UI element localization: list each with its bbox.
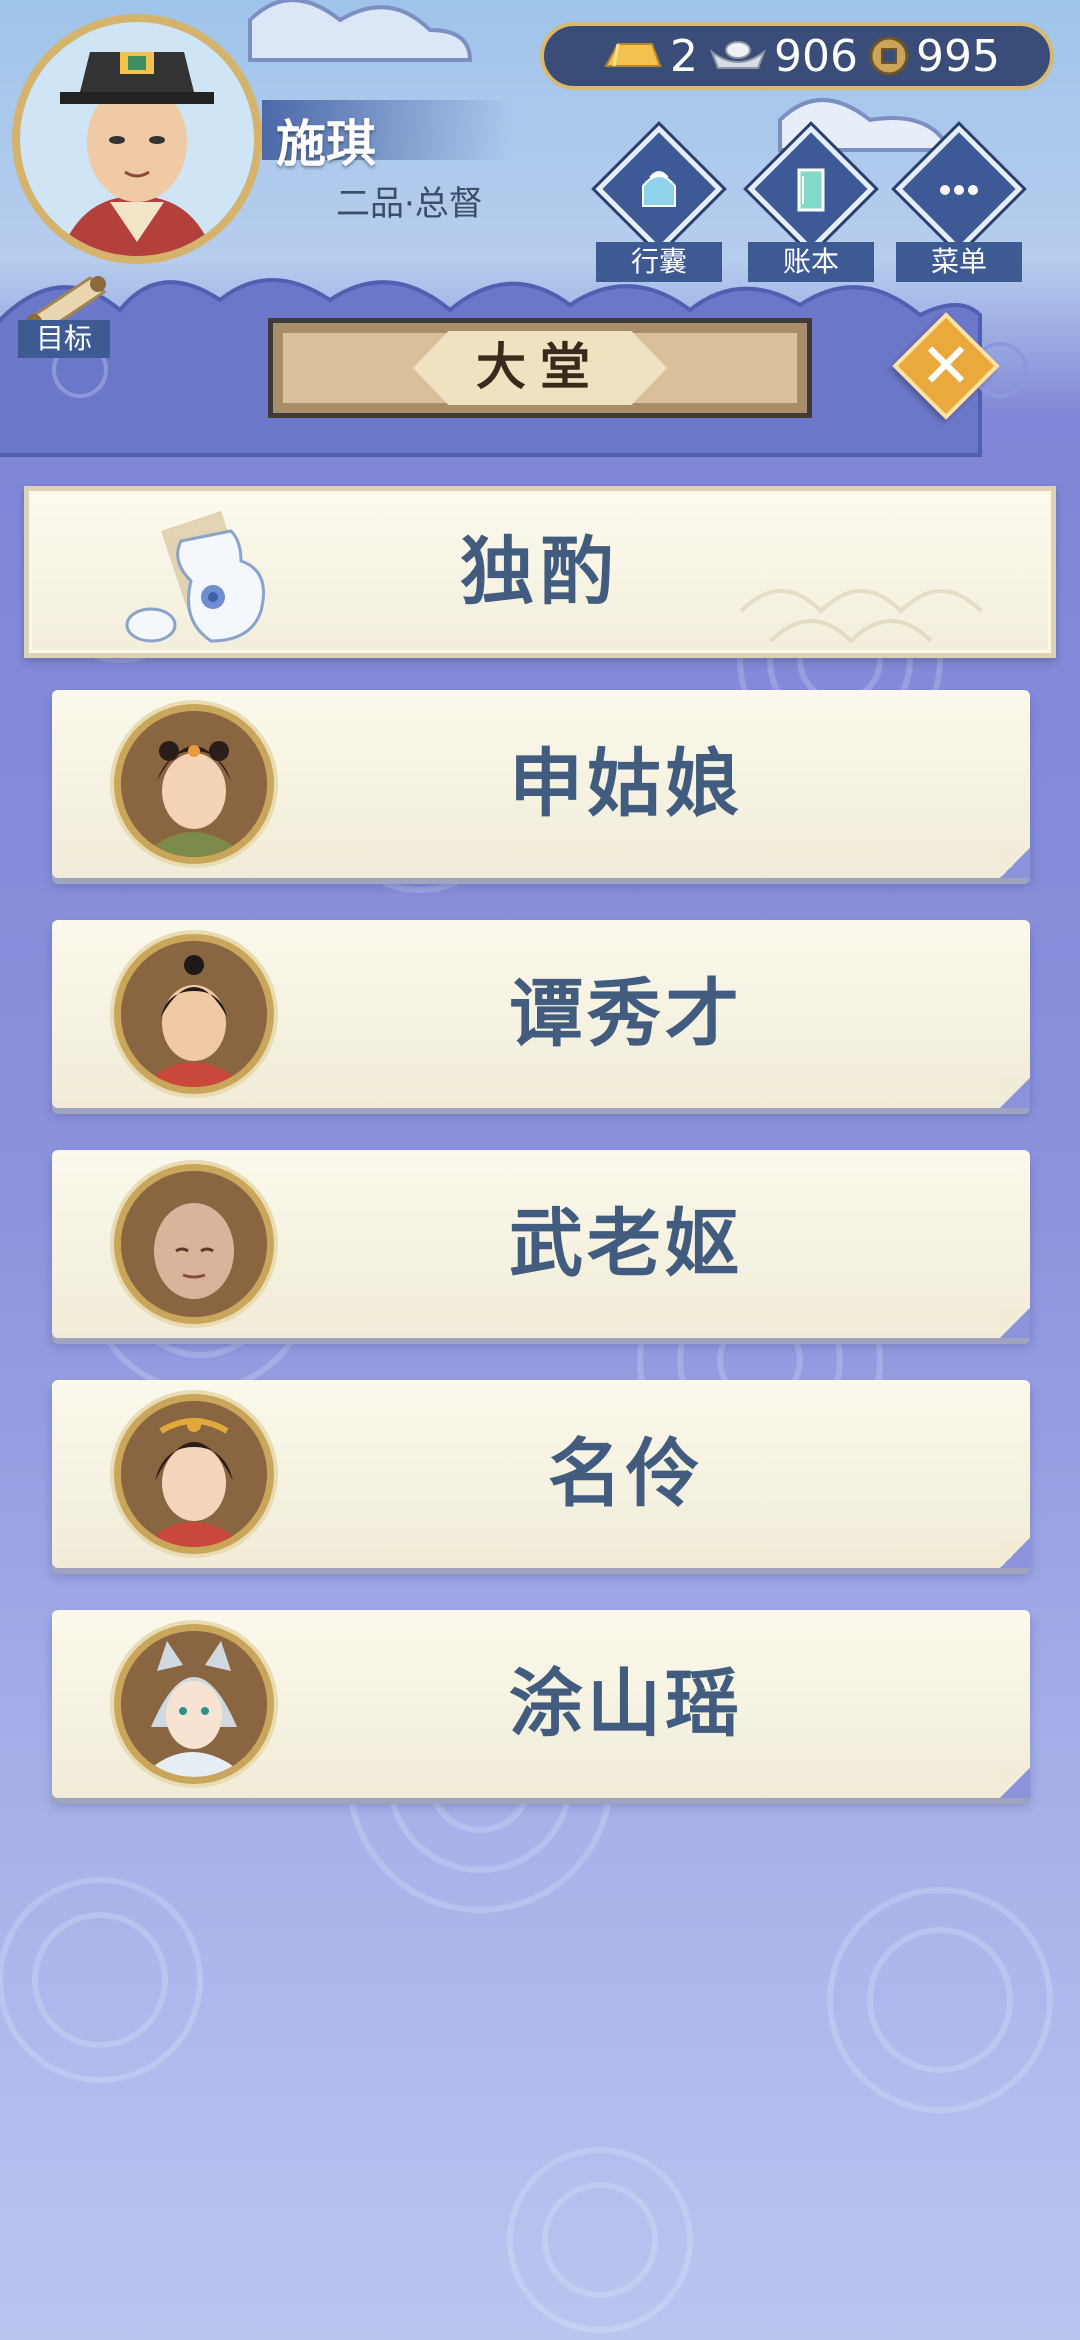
bag-icon bbox=[642, 171, 676, 207]
target-label: 目标 bbox=[18, 320, 110, 358]
character-card[interactable]: 涂山瑶 bbox=[52, 1610, 1030, 1798]
character-avatar bbox=[114, 1394, 274, 1554]
character-card[interactable]: 名伶 bbox=[52, 1380, 1030, 1568]
featured-name: 独酌 bbox=[460, 529, 620, 615]
character-name: 名伶 bbox=[548, 1431, 704, 1517]
scholar-portrait-icon bbox=[121, 941, 267, 1087]
paper-fold bbox=[1000, 1768, 1030, 1798]
menu-label: 菜单 bbox=[896, 242, 1022, 282]
copper-coin-icon bbox=[869, 36, 909, 76]
paper-fold bbox=[1000, 848, 1030, 878]
bag-button[interactable]: 行囊 bbox=[595, 125, 723, 288]
character-avatar bbox=[114, 1624, 274, 1784]
currency-bar: 2 906 995 bbox=[540, 22, 1054, 90]
paper-fold bbox=[1000, 1538, 1030, 1568]
featured-item-drink-alone[interactable]: 独酌 bbox=[24, 486, 1056, 658]
player-name: 施琪 bbox=[276, 115, 376, 173]
wave-pattern-background bbox=[0, 497, 1053, 2333]
gold-counter: 2 bbox=[600, 31, 698, 82]
character-avatar bbox=[114, 704, 274, 864]
official-portrait-icon bbox=[20, 22, 254, 256]
player-avatar[interactable] bbox=[12, 14, 262, 264]
ledger-label: 账本 bbox=[748, 242, 874, 282]
close-icon: ✕ bbox=[920, 329, 972, 402]
coin-counter: 995 bbox=[868, 31, 1000, 82]
hall-title-banner: 大堂 bbox=[268, 318, 812, 418]
hall-title: 大堂 bbox=[476, 338, 604, 396]
more-dots-icon bbox=[940, 185, 978, 195]
ledger-book-icon bbox=[797, 168, 825, 212]
silver-counter: 906 bbox=[708, 31, 858, 82]
actress-portrait-icon bbox=[121, 1401, 267, 1547]
character-name: 谭秀才 bbox=[509, 971, 743, 1057]
character-name: 涂山瑶 bbox=[509, 1661, 743, 1747]
character-card[interactable]: 武老妪 bbox=[52, 1150, 1030, 1338]
silver-ingot-icon bbox=[709, 41, 767, 69]
character-name: 武老妪 bbox=[509, 1201, 743, 1287]
menu-button[interactable]: 菜单 bbox=[895, 125, 1023, 288]
silver-value: 906 bbox=[774, 30, 858, 82]
bag-label: 行囊 bbox=[596, 242, 722, 282]
coin-value: 995 bbox=[915, 30, 1000, 82]
character-card[interactable]: 谭秀才 bbox=[52, 920, 1030, 1108]
paper-fold bbox=[1000, 1308, 1030, 1338]
paper-fold bbox=[1000, 1078, 1030, 1108]
character-avatar bbox=[114, 1164, 274, 1324]
fox-spirit-portrait-icon bbox=[121, 1631, 267, 1777]
character-card[interactable]: 申姑娘 bbox=[52, 690, 1030, 878]
player-rank: 二品·总督 bbox=[336, 184, 483, 224]
gold-bar-icon bbox=[604, 43, 662, 67]
gold-value: 2 bbox=[670, 30, 698, 82]
ledger-button[interactable]: 账本 bbox=[747, 125, 875, 288]
old-woman-portrait-icon bbox=[121, 1171, 267, 1317]
character-name: 申姑娘 bbox=[509, 741, 743, 827]
character-avatar bbox=[114, 934, 274, 1094]
lady-portrait-icon bbox=[121, 711, 267, 857]
